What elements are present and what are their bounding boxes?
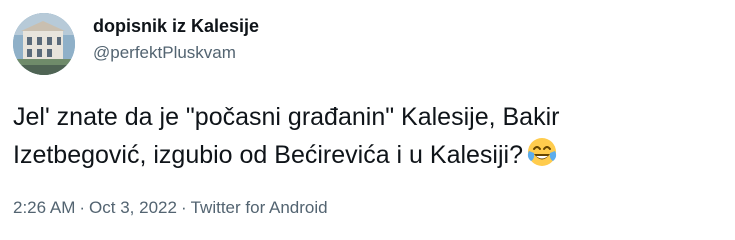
face-with-tears-of-joy-icon [525,135,559,169]
tweet-text-line-2: Izetbegović, izgubio od Bećirevića i u K… [13,135,713,173]
display-name[interactable]: dopisnik iz Kalesije [93,15,259,37]
tweet-date[interactable]: Oct 3, 2022 [89,198,177,217]
tweet-card: dopisnik iz Kalesije @perfektPluskvam Je… [0,0,735,240]
user-names: dopisnik iz Kalesije @perfektPluskvam [93,15,259,64]
user-handle[interactable]: @perfektPluskvam [93,42,259,64]
avatar[interactable] [13,13,75,75]
tweet-time[interactable]: 2:26 AM [13,198,75,217]
tweet-text-line-1: Jel' znate da je "počasni građanin" Kale… [13,103,560,131]
tweet-text: Jel' znate da je "počasni građanin" Kale… [13,100,713,173]
tweet-meta: 2:26 AM · Oct 3, 2022 · Twitter for Android [13,197,328,219]
meta-separator: · [180,198,187,217]
tweet-text-line-2-text: Izetbegović, izgubio od Bećirevića i u K… [13,141,523,169]
tweet-source[interactable]: Twitter for Android [191,198,328,217]
meta-separator: · [79,198,86,217]
